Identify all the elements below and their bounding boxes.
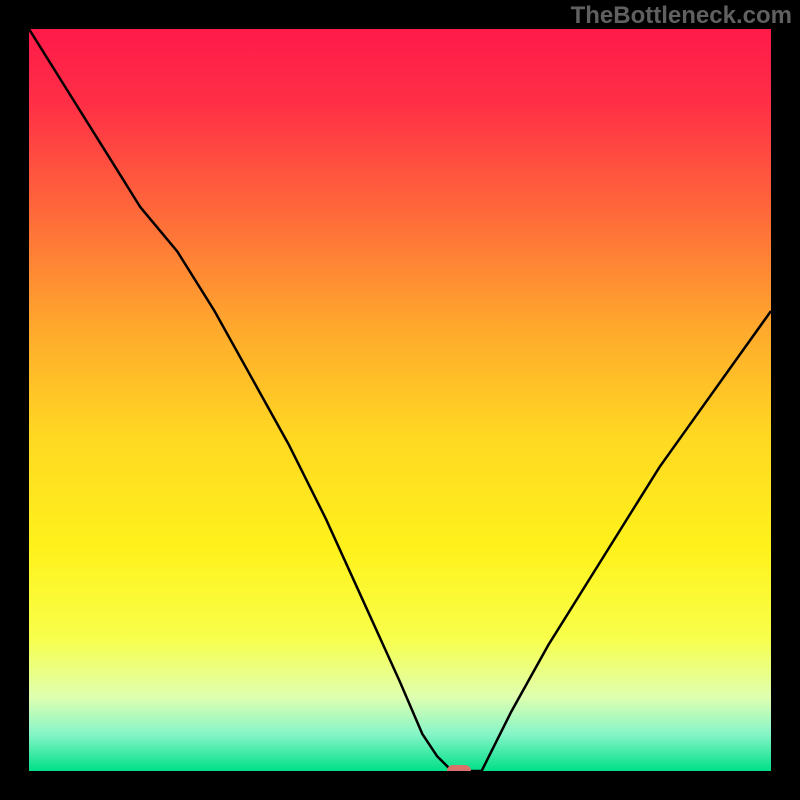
bottleneck-marker	[447, 765, 471, 771]
curve-layer	[29, 29, 771, 771]
watermark-text: TheBottleneck.com	[571, 2, 792, 30]
bottleneck-curve	[29, 29, 771, 771]
bottleneck-chart: TheBottleneck.com	[0, 0, 800, 800]
plot-area	[29, 29, 771, 771]
